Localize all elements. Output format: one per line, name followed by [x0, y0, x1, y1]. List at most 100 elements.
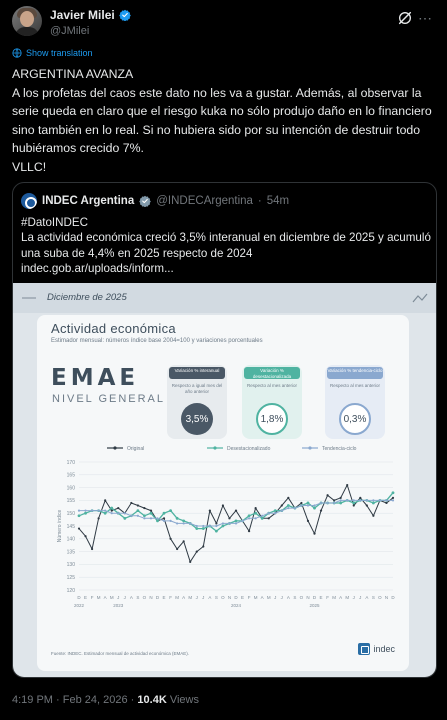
series-point-2: [110, 512, 113, 515]
series-point-2: [261, 514, 264, 517]
series-point-0: [110, 509, 113, 512]
series-point-1: [195, 527, 199, 530]
series-point-0: [189, 560, 192, 563]
series-point-2: [346, 499, 349, 502]
tweet-paragraph-3: VLLC!: [12, 159, 47, 174]
series-point-0: [372, 514, 375, 517]
legend-marker: [213, 446, 217, 450]
series-point-2: [182, 522, 185, 525]
series-point-0: [176, 547, 179, 551]
y-tick-label: 125: [67, 575, 76, 581]
series-point-1: [247, 514, 251, 518]
series-point-2: [267, 512, 270, 515]
series-point-0: [162, 517, 166, 520]
stat-tag: Variación % tendencia-ciclo: [327, 367, 383, 379]
quoted-author-handle[interactable]: @INDECArgentina: [156, 195, 253, 207]
series-point-2: [339, 499, 342, 502]
x-tick-label: A: [339, 595, 342, 600]
y-tick-label: 145: [67, 524, 76, 530]
series-point-0: [90, 547, 94, 551]
quoted-hashtag[interactable]: #DatoINDEC: [21, 215, 431, 230]
series-point-2: [378, 499, 382, 502]
series-point-2: [385, 499, 388, 502]
indec-logo-text: indec: [373, 644, 395, 654]
y-tick-label: 120: [67, 588, 76, 594]
series-point-1: [77, 514, 81, 518]
series-point-0: [300, 501, 303, 505]
series-point-2: [326, 501, 329, 505]
series-point-2: [319, 501, 323, 505]
more-options-icon[interactable]: ⋯: [417, 10, 433, 26]
series-point-0: [143, 506, 146, 510]
series-point-0: [385, 501, 388, 505]
series-point-2: [241, 519, 244, 522]
y-tick-label: 140: [67, 537, 76, 543]
series-point-0: [221, 504, 225, 507]
series-point-2: [162, 519, 166, 522]
series-point-2: [280, 509, 283, 512]
decorative-line-icon: [22, 297, 36, 299]
series-point-2: [293, 506, 296, 510]
meta-dot: ·: [56, 694, 60, 706]
x-tick-label: O: [143, 595, 147, 600]
legend-marker: [113, 446, 117, 450]
quoted-author-name[interactable]: INDEC Argentina: [42, 195, 134, 207]
author-handle[interactable]: @JMilei: [50, 25, 89, 37]
series-point-0: [130, 501, 133, 505]
author-name[interactable]: Javier Milei: [50, 8, 115, 22]
series-point-1: [201, 527, 205, 530]
series-point-1: [156, 519, 159, 523]
quoted-tweet[interactable]: INDEC Argentina @INDECArgentina · 54m #D…: [12, 182, 437, 678]
author-avatar[interactable]: [12, 6, 42, 36]
series-point-2: [221, 522, 225, 525]
series-point-2: [77, 509, 81, 512]
series-point-2: [189, 522, 192, 525]
y-tick-label: 155: [67, 498, 76, 504]
emae-line-chart: 120 125 130 135 140 145 150 155 160 165 170 Número …: [57, 446, 395, 608]
x-tick-label: S: [293, 595, 296, 600]
x-tick-label: A: [182, 595, 185, 600]
series-point-0: [228, 517, 231, 520]
grok-icon[interactable]: [397, 10, 413, 26]
series-point-0: [306, 519, 310, 522]
x-tick-label: M: [345, 595, 349, 600]
series-point-0: [208, 509, 211, 512]
y-tick-label: 165: [67, 473, 76, 479]
show-translation-link[interactable]: Show translation: [12, 48, 93, 58]
tweet-date[interactable]: Feb 24, 2026: [63, 694, 128, 706]
author-name-row[interactable]: Javier Milei: [50, 8, 131, 22]
tweet-paragraph-2: A los profetas del caos este dato no les…: [12, 85, 436, 156]
series-point-2: [372, 499, 375, 502]
series-point-2: [333, 501, 336, 505]
series-point-0: [319, 509, 323, 512]
series-point-1: [169, 509, 172, 513]
series-point-1: [84, 511, 87, 515]
infographic-image[interactable]: Diciembre de 2025 Actividad económica Es…: [13, 283, 436, 677]
series-point-0: [247, 530, 251, 533]
series-point-2: [300, 504, 303, 507]
series-point-0: [365, 504, 368, 507]
tweet-body: ARGENTINA AVANZA A los profetas del caos…: [12, 65, 437, 177]
show-translation-label[interactable]: Show translation: [26, 48, 93, 58]
quoted-author-avatar[interactable]: [21, 193, 37, 209]
series-point-2: [359, 499, 362, 502]
series-point-2: [117, 512, 120, 515]
x-tick-label: A: [287, 595, 290, 600]
series-point-0: [104, 499, 107, 502]
series-point-2: [149, 517, 153, 520]
series-point-1: [371, 501, 375, 505]
series-point-2: [274, 512, 277, 515]
x-tick-label: N: [385, 595, 388, 600]
x-tick-label: E: [241, 595, 244, 600]
series-point-0: [280, 504, 283, 507]
x-tick-label: A: [208, 595, 211, 600]
y-tick-label: 150: [67, 511, 76, 517]
series-point-0: [182, 540, 185, 543]
quoted-link[interactable]: indec.gob.ar/uploads/inform...: [21, 261, 431, 276]
tweet-time[interactable]: 4:19 PM: [12, 694, 53, 706]
series-point-0: [313, 532, 316, 535]
emae-label: EMAE: [51, 365, 140, 391]
quoted-timestamp[interactable]: 54m: [267, 195, 289, 207]
series-point-0: [77, 527, 81, 530]
series-point-2: [169, 519, 172, 522]
